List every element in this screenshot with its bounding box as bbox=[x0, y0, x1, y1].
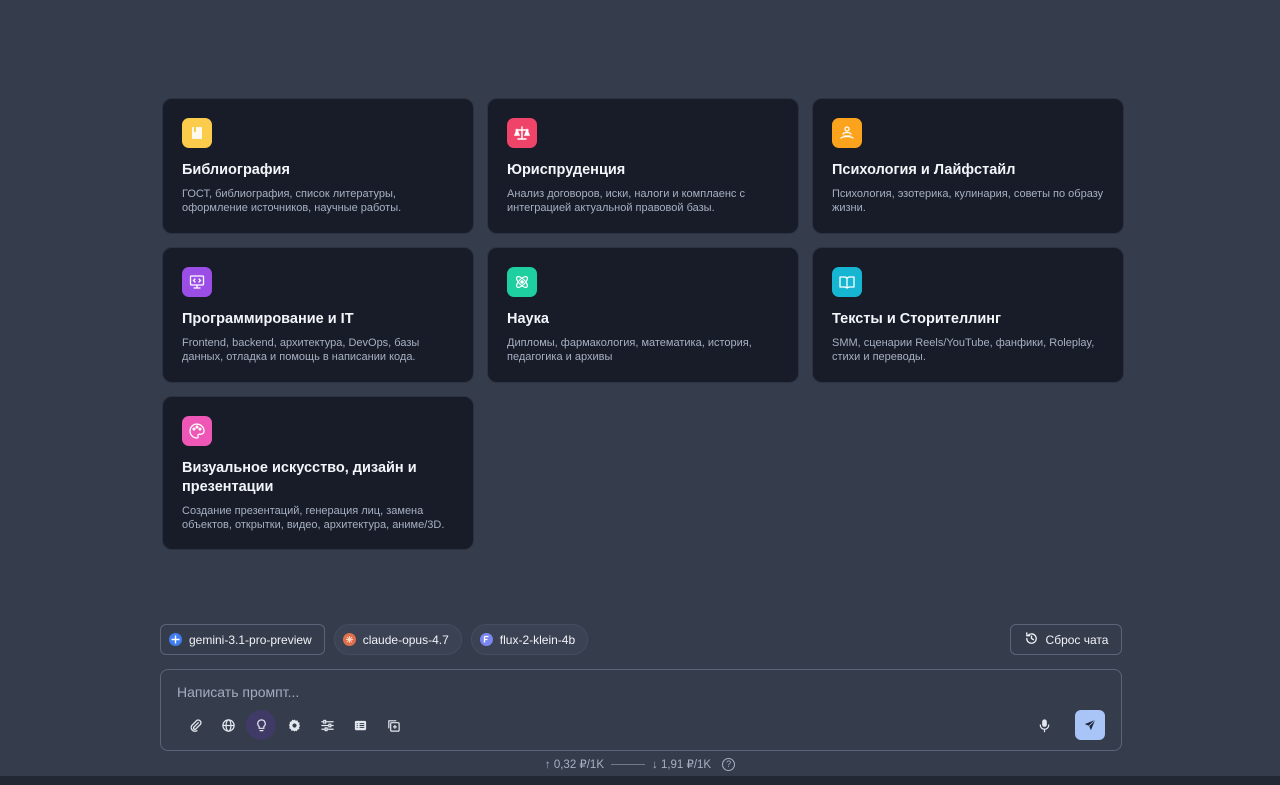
add-copy-icon[interactable] bbox=[377, 710, 409, 740]
prompt-input[interactable] bbox=[177, 682, 1077, 702]
model-chip-gemini[interactable]: gemini-3.1-pro-preview bbox=[160, 624, 325, 655]
card-title: Наука bbox=[507, 311, 549, 327]
category-card-bibliography[interactable]: Библиография ГОСТ, библиография, список … bbox=[162, 98, 474, 234]
card-title: Юриспруденция bbox=[507, 162, 626, 178]
card-title: Психология и Лайфстайл bbox=[832, 162, 1016, 178]
category-card-visual-art[interactable]: Визуальное искусство, дизайн и презентац… bbox=[162, 396, 474, 550]
model-chip-claude[interactable]: claude-opus-4.7 bbox=[333, 624, 462, 655]
model-chip-label: flux-2-klein-4b bbox=[499, 632, 576, 647]
send-icon bbox=[1084, 719, 1096, 731]
send-button[interactable] bbox=[1075, 710, 1105, 740]
gemini-icon bbox=[169, 633, 182, 646]
category-card-science[interactable]: Наука Дипломы, фармакология, математика,… bbox=[487, 247, 799, 383]
meditation-icon bbox=[832, 118, 862, 148]
category-card-programming[interactable]: Программирование и IT Frontend, backend,… bbox=[162, 247, 474, 383]
palette-icon bbox=[182, 416, 212, 446]
card-title: Библиография bbox=[182, 162, 290, 178]
card-description: SMM, сценарии Reels/YouTube, фанфики, Ro… bbox=[832, 337, 1095, 363]
bottom-bar bbox=[0, 776, 1280, 785]
composer-toolbar bbox=[179, 710, 409, 740]
prompt-composer bbox=[160, 669, 1122, 751]
atom-icon bbox=[507, 267, 537, 297]
globe-icon[interactable] bbox=[212, 710, 244, 740]
paperclip-icon[interactable] bbox=[179, 710, 211, 740]
sliders-icon[interactable] bbox=[311, 710, 343, 740]
model-selector-row: gemini-3.1-pro-preview claude-opus-4.7 f… bbox=[160, 624, 589, 655]
gear-icon[interactable] bbox=[278, 710, 310, 740]
claude-icon bbox=[342, 633, 356, 646]
history-reset-icon bbox=[1024, 631, 1039, 649]
card-description: Frontend, backend, архитектура, DevOps, … bbox=[182, 337, 420, 363]
category-grid: Библиография ГОСТ, библиография, список … bbox=[162, 98, 1124, 550]
list-icon[interactable] bbox=[344, 710, 376, 740]
flux-icon bbox=[479, 633, 493, 646]
card-title: Тексты и Сторителлинг bbox=[832, 311, 1002, 327]
model-chip-label: gemini-3.1-pro-preview bbox=[189, 632, 312, 647]
reset-chat-label: Сброс чата bbox=[1045, 632, 1109, 647]
category-card-psychology[interactable]: Психология и Лайфстайл Психология, эзоте… bbox=[812, 98, 1124, 234]
card-description: Создание презентаций, генерация лиц, зам… bbox=[182, 505, 445, 531]
output-price: ↓ 1,91 ₽/1K bbox=[652, 759, 712, 771]
input-price: ↑ 0,32 ₽/1K bbox=[544, 759, 604, 771]
book-icon bbox=[182, 118, 212, 148]
card-description: ГОСТ, библиография, список литературы, о… bbox=[182, 188, 402, 214]
help-icon[interactable]: ? bbox=[722, 757, 736, 771]
model-chip-label: claude-opus-4.7 bbox=[362, 632, 449, 647]
scales-icon bbox=[507, 118, 537, 148]
code-monitor-icon bbox=[182, 267, 212, 297]
card-title: Программирование и IT bbox=[182, 311, 354, 327]
model-chip-flux[interactable]: flux-2-klein-4b bbox=[470, 624, 589, 655]
microphone-icon[interactable] bbox=[1029, 710, 1059, 740]
book-open-icon bbox=[832, 267, 862, 297]
card-title: Визуальное искусство, дизайн и презентац… bbox=[182, 460, 417, 495]
pricing-separator bbox=[611, 763, 645, 765]
category-card-storytelling[interactable]: Тексты и Сторителлинг SMM, сценарии Reel… bbox=[812, 247, 1124, 383]
pricing-info: ↑ 0,32 ₽/1K ↓ 1,91 ₽/1K ? bbox=[0, 757, 1280, 771]
category-card-law[interactable]: Юриспруденция Анализ договоров, иски, на… bbox=[487, 98, 799, 234]
lightbulb-icon[interactable] bbox=[246, 710, 276, 740]
card-description: Дипломы, фармакология, математика, истор… bbox=[507, 337, 752, 363]
card-description: Анализ договоров, иски, налоги и комплае… bbox=[507, 188, 745, 214]
reset-chat-button[interactable]: Сброс чата bbox=[1010, 624, 1122, 655]
card-description: Психология, эзотерика, кулинария, советы… bbox=[832, 188, 1104, 214]
